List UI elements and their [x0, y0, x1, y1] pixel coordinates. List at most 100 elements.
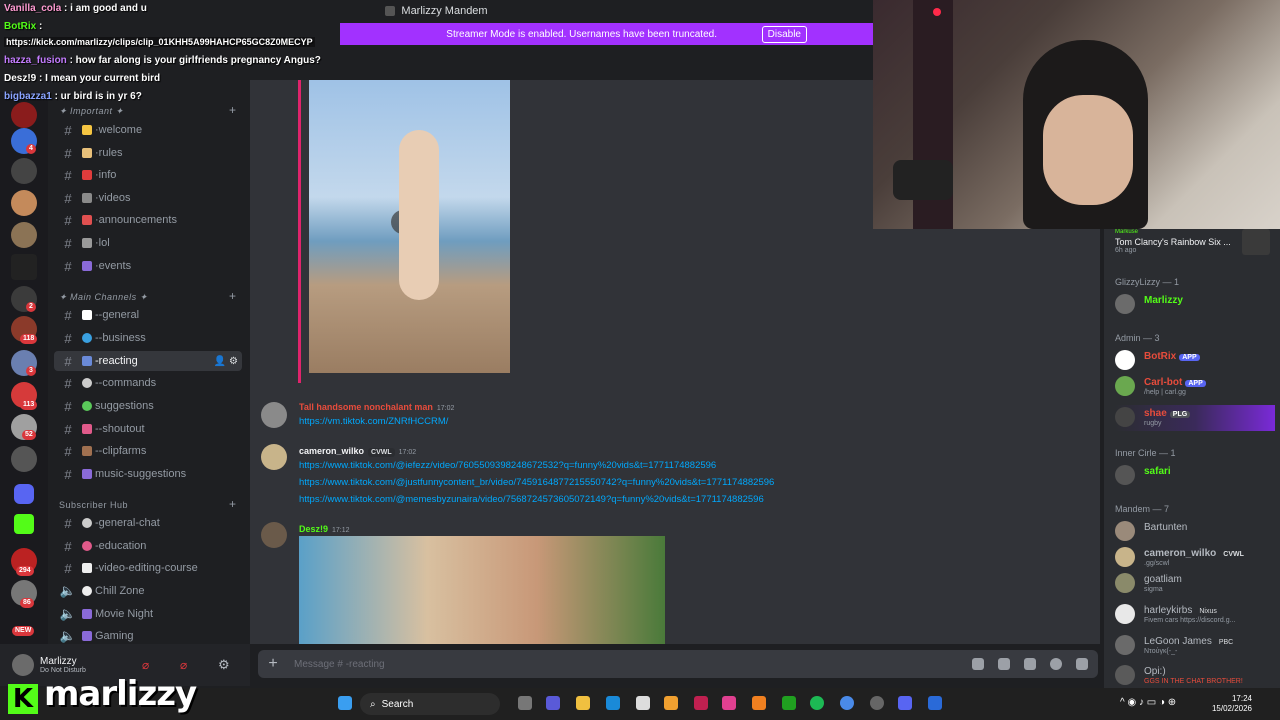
app-icon[interactable]	[928, 696, 942, 710]
edge-icon[interactable]	[606, 696, 620, 710]
add-channel-icon[interactable]: +	[229, 289, 237, 303]
app-icon[interactable]	[752, 696, 766, 710]
voice-chill-zone[interactable]: 🔈 Chill Zone	[54, 581, 242, 601]
channel-general[interactable]: # --general	[54, 305, 242, 325]
add-channel-icon[interactable]: +	[229, 497, 237, 511]
channel-videos[interactable]: # ·videos	[54, 188, 242, 208]
spotify-icon[interactable]	[810, 696, 824, 710]
new-badge: NEW	[12, 626, 35, 636]
message-composer[interactable]: + Message # -reacting	[258, 650, 1098, 678]
apps-icon[interactable]	[1076, 658, 1088, 670]
folder-icon[interactable]	[14, 484, 34, 504]
message-author[interactable]: Desz!9 17:12	[299, 524, 350, 534]
disable-streamer-mode-button[interactable]: Disable	[761, 25, 807, 43]
taskbar-clock[interactable]: 17:24 15/02/2026	[1196, 694, 1252, 714]
channel-video-editing-course[interactable]: # -video-editing-course	[54, 558, 242, 578]
server-icon[interactable]	[11, 102, 37, 128]
add-channel-icon[interactable]: +	[229, 103, 237, 117]
channel-welcome[interactable]: # ·welcome	[54, 120, 242, 140]
server-icon[interactable]	[11, 190, 37, 216]
message-link[interactable]: https://vm.tiktok.com/ZNRfHCCRM/	[299, 416, 448, 427]
gif-icon[interactable]	[998, 658, 1010, 670]
message-link[interactable]: https://www.tiktok.com/@memesbyzunaira/v…	[299, 494, 764, 505]
channel-general-chat[interactable]: # -general-chat	[54, 513, 242, 533]
message-author[interactable]: cameron_wilko CVWL 17:02	[299, 446, 416, 457]
server-icon[interactable]	[11, 446, 37, 472]
avatar[interactable]	[261, 402, 287, 428]
channel-events[interactable]: # ·events	[54, 256, 242, 276]
message-input[interactable]: Message # -reacting	[294, 659, 385, 670]
member-name: Carl-bot	[1144, 377, 1183, 388]
category-important[interactable]: ✦ Important ✦ +	[59, 103, 236, 117]
member-item[interactable]: LeGoon James PBC Ντούγκ{-_-	[1115, 633, 1275, 659]
gear-icon[interactable]: ⚙	[218, 657, 230, 673]
gift-icon[interactable]	[972, 658, 984, 670]
channel-rules[interactable]: # ·rules	[54, 143, 242, 163]
member-item[interactable]: shae PLG rugby	[1115, 405, 1275, 431]
opera-icon[interactable]	[694, 696, 708, 710]
member-status: Fivem cars https://discord.g...	[1144, 617, 1236, 624]
xbox-icon[interactable]	[782, 696, 796, 710]
member-item[interactable]: BotRix APP	[1115, 348, 1275, 374]
member-item[interactable]: safari	[1115, 463, 1275, 489]
channel-clipfarms[interactable]: # --clipfarms	[54, 441, 242, 461]
obs-icon[interactable]	[870, 696, 884, 710]
member-item[interactable]: Marlizzy	[1115, 292, 1275, 318]
channel-label: -general-chat	[95, 517, 160, 529]
server-icon[interactable]	[11, 158, 37, 184]
channel-commands[interactable]: # --commands	[54, 373, 242, 393]
channel-suggestions[interactable]: # suggestions	[54, 396, 242, 416]
channel-info[interactable]: # ·info	[54, 165, 242, 185]
channel-education[interactable]: # -education	[54, 536, 242, 556]
start-icon[interactable]	[338, 696, 352, 710]
mic-muted-icon[interactable]: ⌀	[142, 658, 149, 672]
kick-server-icon[interactable]	[14, 514, 34, 534]
avatar[interactable]	[12, 654, 34, 676]
emoji-icon[interactable]	[1050, 658, 1062, 670]
member-item[interactable]: cameron_wilko CVWL .gg/scwl	[1115, 545, 1275, 571]
browser-icon[interactable]	[664, 696, 678, 710]
discord-icon[interactable]	[898, 696, 912, 710]
headphones-muted-icon[interactable]: ⌀	[180, 658, 187, 672]
message-author[interactable]: Tall handsome nonchalant man 17:02	[299, 402, 454, 412]
channel-music-suggestions[interactable]: # music-suggestions	[54, 464, 242, 484]
channel-lol[interactable]: # ·lol	[54, 233, 242, 253]
voice-gaming[interactable]: 🔈 Gaming	[54, 626, 242, 646]
category-main[interactable]: ✦ Main Channels ✦ +	[59, 289, 236, 303]
face-shape	[1043, 95, 1133, 205]
avatar[interactable]	[261, 444, 287, 470]
server-icon[interactable]	[11, 222, 37, 248]
avatar[interactable]	[261, 522, 287, 548]
channel-shoutout[interactable]: # --shoutout	[54, 419, 242, 439]
message-link[interactable]: https://www.tiktok.com/@iefezz/video/760…	[299, 460, 716, 471]
store-icon[interactable]	[636, 696, 650, 710]
message-time: 17:02	[398, 449, 417, 456]
member-item[interactable]: Opi:) GGS IN THE CHAT BROTHER!	[1115, 663, 1275, 689]
image-attachment[interactable]	[299, 536, 665, 644]
member-item[interactable]: goatliam sigma	[1115, 571, 1275, 597]
message-link[interactable]: https://www.tiktok.com/@justfunnycontent…	[299, 477, 774, 488]
instagram-icon[interactable]	[722, 696, 736, 710]
channel-settings-icon[interactable]: 👤 ⚙	[214, 356, 238, 367]
video-thumbnail[interactable]	[309, 80, 510, 373]
sticker-icon[interactable]	[1024, 658, 1036, 670]
add-attachment-icon[interactable]: +	[258, 655, 288, 673]
taskbar-search[interactable]: ⌕ Search	[360, 693, 500, 715]
member-item[interactable]: Carl-bot APP/help | carl.gg	[1115, 374, 1275, 400]
teams-icon[interactable]	[546, 696, 560, 710]
voice-movie-night[interactable]: 🔈 Movie Night	[54, 604, 242, 624]
member-item[interactable]: harleykirbs Nixus Fivem cars https://disco…	[1115, 602, 1275, 628]
member-item[interactable]: Bartunten	[1115, 519, 1275, 545]
channel-announcements[interactable]: # ·announcements	[54, 210, 242, 230]
hash-icon: #	[64, 167, 72, 183]
file-explorer-icon[interactable]	[576, 696, 590, 710]
channel-reacting[interactable]: # -reacting 👤 ⚙	[54, 351, 242, 371]
server-icon[interactable]	[11, 254, 37, 280]
emoji-icon	[82, 356, 92, 366]
task-view-icon[interactable]	[518, 696, 532, 710]
system-tray[interactable]: ^ ◉ ♪ ▭ ◑ ⊕	[1120, 697, 1176, 708]
category-subscriber-hub[interactable]: Subscriber Hub +	[59, 497, 236, 511]
channel-business[interactable]: # --business	[54, 328, 242, 348]
chrome-icon[interactable]	[840, 696, 854, 710]
hash-icon: #	[64, 330, 72, 346]
